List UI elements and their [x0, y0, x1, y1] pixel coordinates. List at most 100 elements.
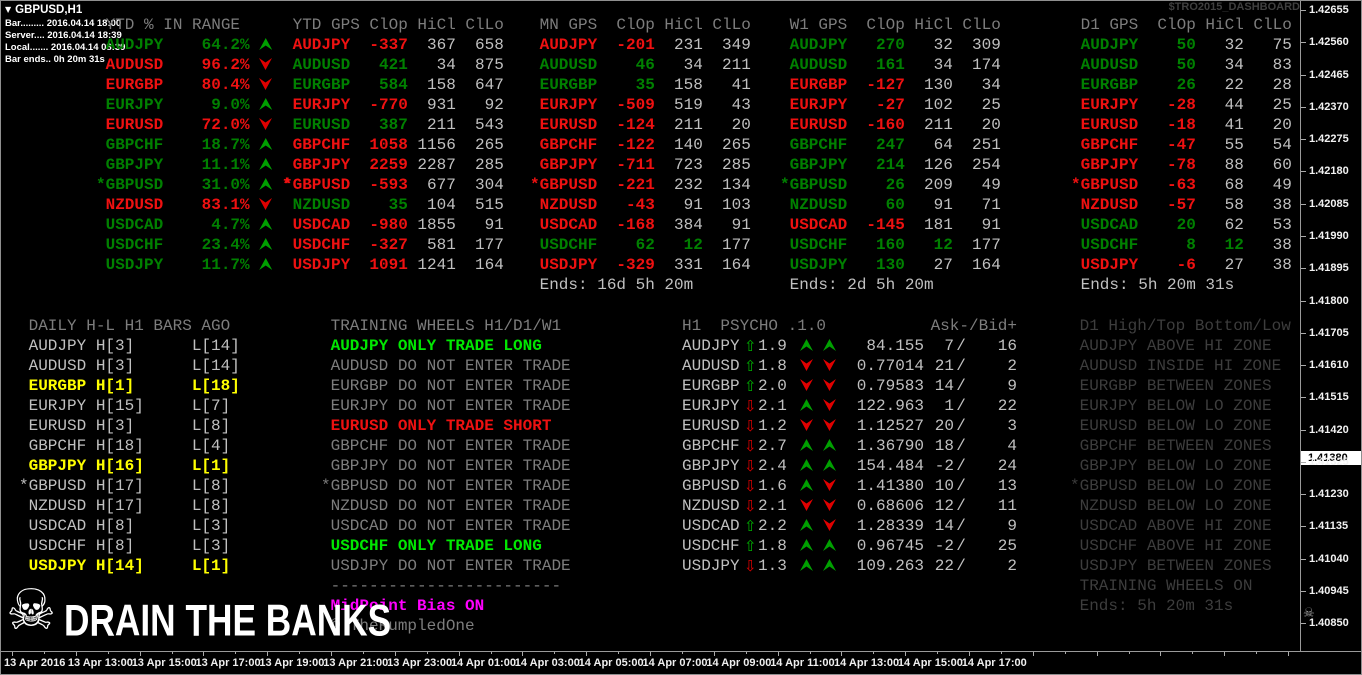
table-row: AUDJPY -337 367 658	[283, 35, 504, 55]
pair-and-clop: AUDJPY -201	[530, 36, 655, 54]
ends-countdown: Ends: 2d 5h 20m	[780, 276, 934, 294]
time-tick	[12, 652, 13, 656]
time-tick	[1033, 652, 1034, 656]
price-tick-label: 1.41040	[1309, 553, 1349, 566]
table-row: USDCHF 23.4%	[96, 235, 272, 255]
bid-value: 22	[968, 396, 1017, 416]
psycho-row: AUDUSD⇧1.80.7701421/2	[682, 356, 1017, 376]
time-tick-label: 14 Apr 05:00	[579, 657, 644, 669]
pair-label: GBPUSD	[682, 476, 744, 496]
column-header: W1 GPS ClOp HiCl ClLo	[780, 15, 1001, 35]
cllo-value: 134	[703, 176, 751, 194]
table-row: USDCHF ABOVE HI ZONE	[1070, 536, 1272, 556]
time-axis[interactable]: 13 Apr 201613 Apr 13:0013 Apr 15:0013 Ap…	[0, 652, 1362, 675]
column-header: YTD % IN RANGE	[96, 15, 240, 35]
cllo-value: 38	[1244, 236, 1292, 254]
pair-and-clop: GBPJPY -78	[1071, 156, 1196, 174]
table-row: EURUSD -124 211 20	[530, 115, 751, 135]
pair-and-clop: EURUSD -160	[780, 116, 905, 134]
time-tick-label: 13 Apr 21:00	[323, 657, 388, 669]
hicl-value: 91	[905, 196, 953, 214]
table-row: EURUSD BELOW LO ZONE	[1070, 416, 1272, 436]
cllo-value: 91	[953, 216, 1001, 234]
column-header: H1 PSYCHO .1.0Ask-/Bid+	[682, 316, 1017, 336]
pair-and-clop: GBPCHF 247	[780, 136, 905, 154]
zone-row-text: NZDUSD BELOW LO ZONE	[1070, 497, 1272, 515]
time-tick	[459, 652, 460, 656]
up-arrow-icon	[800, 539, 813, 551]
pair-and-percent: USDCAD 4.7%	[96, 216, 259, 234]
pair-and-clop: EURJPY -770	[283, 96, 408, 114]
time-tick	[618, 652, 619, 654]
slash: /	[954, 496, 968, 516]
training-row-text: EURUSD ONLY TRADE SHORT	[321, 417, 551, 435]
up-arrow-icon	[259, 138, 272, 150]
cllo-value: 658	[456, 36, 504, 54]
cllo-value: 25	[1244, 96, 1292, 114]
chevron-arrows	[792, 336, 852, 356]
hicl-value: 55	[1196, 136, 1244, 154]
pair-and-percent: EURGBP 80.4%	[96, 76, 259, 94]
table-row: GBPCHF 1058 1156 265	[283, 135, 504, 155]
pair-label: NZDUSD	[682, 496, 744, 516]
pair-and-clop: EURJPY -27	[780, 96, 905, 114]
training-row-text: AUDUSD DO NOT ENTER TRADE	[321, 357, 571, 375]
cllo-value: 177	[703, 236, 751, 254]
pair-and-clop: *GBPUSD 26	[780, 176, 905, 194]
cllo-value: 647	[456, 76, 504, 94]
time-tick	[841, 652, 842, 656]
time-tick-label: 14 Apr 01:00	[451, 657, 516, 669]
up-arrow-icon	[823, 559, 836, 571]
up-arrow-icon	[823, 339, 836, 351]
hicl-value: 158	[408, 76, 456, 94]
hicl-value: 581	[408, 236, 456, 254]
price-tick-label: 1.41990	[1309, 230, 1349, 243]
price-scale[interactable]: 1.41380 ☠ 1.426551.425601.424651.423701.…	[1301, 0, 1362, 651]
table-row: USDJPY BETWEEN ZONES	[1070, 556, 1272, 576]
table-row: GBPCHF H[18] L[4]	[19, 436, 230, 456]
pair-and-clop: USDCAD -980	[283, 216, 408, 234]
chevron-arrows	[792, 536, 852, 556]
hicl-value: 62	[1196, 216, 1244, 234]
cllo-value: 53	[1244, 216, 1292, 234]
price-value: 0.68606	[852, 496, 924, 516]
up-arrow-icon	[259, 238, 272, 250]
ask-value: 7	[924, 336, 954, 356]
time-tick	[1288, 652, 1289, 656]
daily-hl-row-text: EURJPY H[15] L[7]	[19, 397, 230, 415]
time-tick-label: 14 Apr 15:00	[898, 657, 963, 669]
table-row: EURGBP BETWEEN ZONES	[1070, 376, 1272, 396]
up-arrow-icon	[800, 459, 813, 471]
pair-and-clop: NZDUSD -57	[1071, 196, 1196, 214]
hicl-value: 211	[905, 116, 953, 134]
time-tick	[714, 652, 715, 656]
hicl-value: 211	[408, 116, 456, 134]
cllo-value: 43	[703, 96, 751, 114]
ask-value: -2	[924, 456, 954, 476]
extra-row: Ends: 5h 20m 31s	[1070, 596, 1233, 616]
slash: /	[954, 556, 968, 576]
training-row-text: GBPJPY DO NOT ENTER TRADE	[321, 457, 571, 475]
slash: /	[954, 336, 968, 356]
time-tick	[554, 652, 555, 654]
psycho-level: 1.9	[758, 336, 792, 356]
hicl-value: 102	[905, 96, 953, 114]
table-row: NZDUSD 83.1%	[96, 195, 272, 215]
time-tick	[746, 652, 747, 654]
table-row: *GBPUSD BELOW LO ZONE	[1070, 476, 1272, 496]
pair-and-percent: AUDJPY 64.2%	[96, 36, 259, 54]
daily-hl-header: DAILY H-L H1 BARS AGO	[19, 317, 230, 335]
column-header: YTD GPS ClOp HiCl ClLo	[283, 15, 504, 35]
table-row: GBPCHF 18.7%	[96, 135, 272, 155]
pair-and-clop: AUDUSD 50	[1071, 56, 1196, 74]
table-row: USDCAD 20 62 53	[1071, 215, 1292, 235]
price-tick-label: 1.41515	[1309, 391, 1349, 404]
hicl-value: 1241	[408, 256, 456, 274]
time-tick	[650, 652, 651, 656]
cllo-value: 60	[1244, 156, 1292, 174]
up-arrow-icon	[823, 459, 836, 471]
time-tick	[491, 652, 492, 654]
table-row: EURJPY -770 931 92	[283, 95, 504, 115]
table-row: GBPCHF BETWEEN ZONES	[1070, 436, 1272, 456]
table-row: EURJPY H[15] L[7]	[19, 396, 230, 416]
